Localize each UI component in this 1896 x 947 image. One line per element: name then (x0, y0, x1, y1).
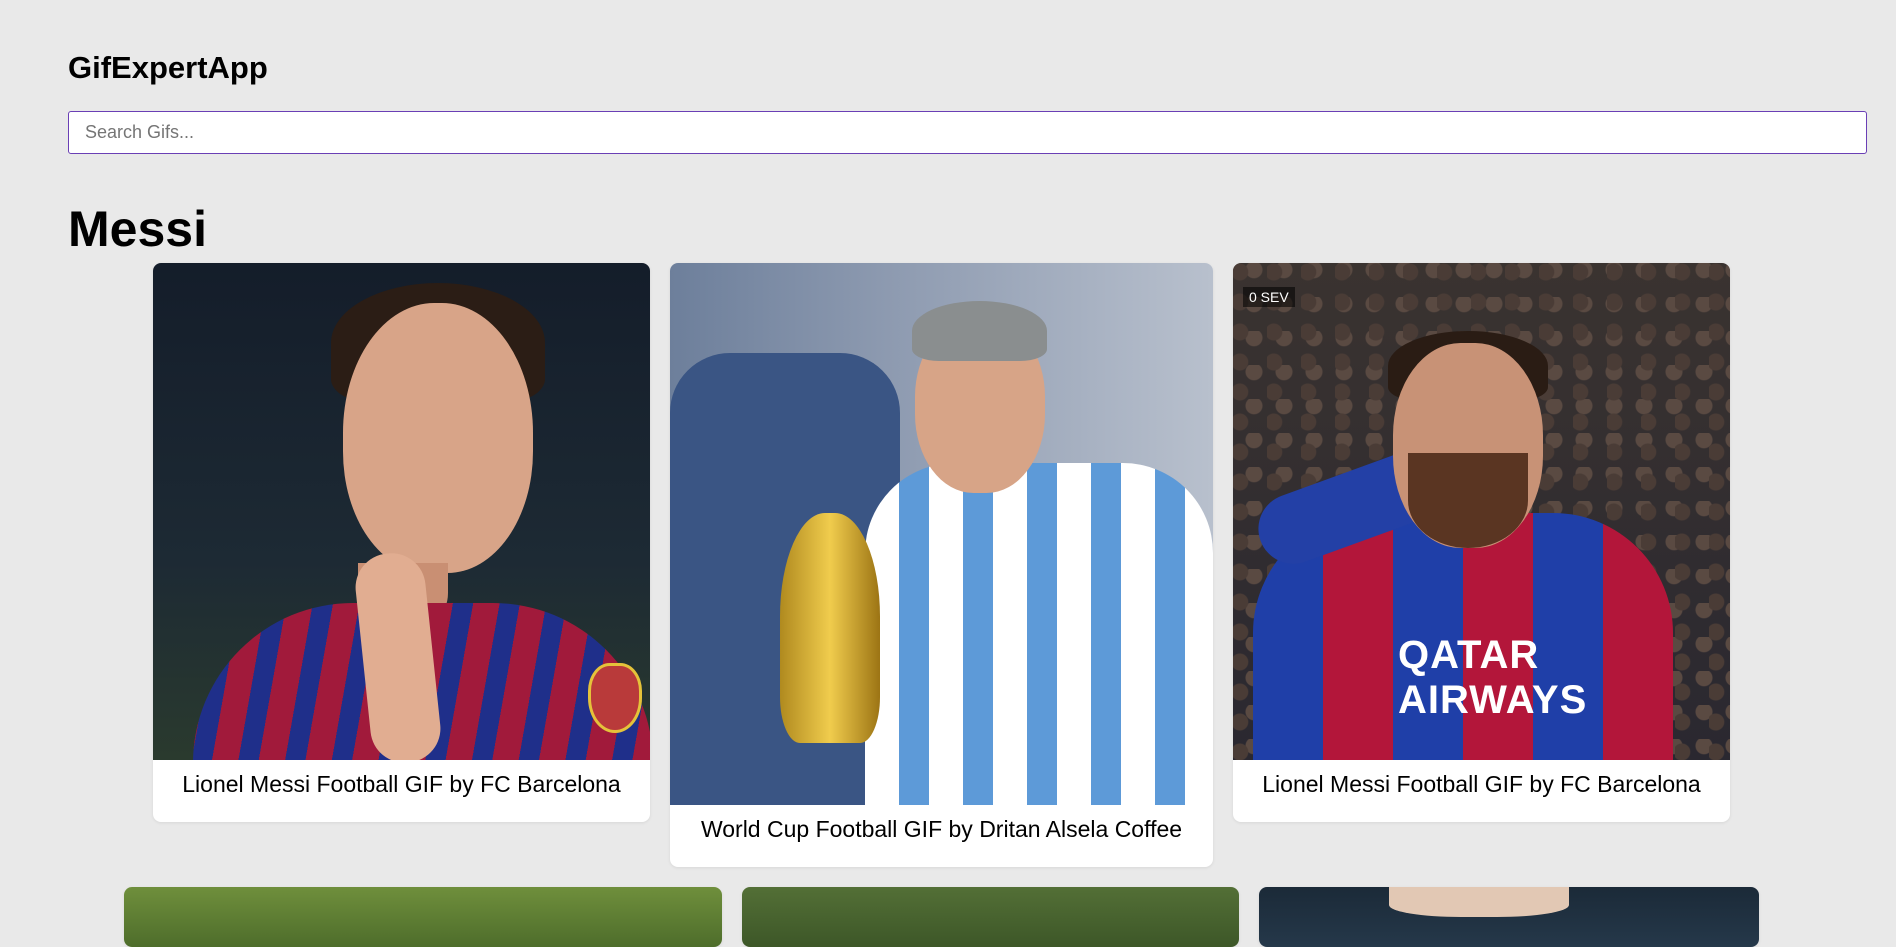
app-title: GifExpertApp (68, 50, 268, 85)
trophy-icon (780, 513, 880, 743)
category-title: Messi (68, 201, 207, 257)
gif-card[interactable] (124, 887, 722, 947)
gif-card[interactable] (742, 887, 1239, 947)
gif-card[interactable]: World Cup Football GIF by Dritan Alsela … (670, 263, 1213, 867)
gif-title: Lionel Messi Football GIF by FC Barcelon… (1262, 771, 1701, 797)
gif-title: World Cup Football GIF by Dritan Alsela … (700, 816, 1183, 842)
gif-image (1259, 887, 1759, 947)
club-crest-icon (588, 663, 642, 733)
score-overlay: 0 SEV (1243, 287, 1295, 307)
gif-image (153, 263, 650, 760)
gif-image: 0 SEV QATAR AIRWAYS (1233, 263, 1730, 760)
gif-card[interactable]: 0 SEV QATAR AIRWAYS Lionel Messi Footbal… (1233, 263, 1730, 822)
search-input[interactable] (68, 111, 1867, 154)
gif-image (124, 887, 722, 947)
gif-title: Lionel Messi Football GIF by FC Barcelon… (182, 771, 621, 797)
sponsor-text: QATAR AIRWAYS (1398, 633, 1588, 722)
gif-image (742, 887, 1239, 947)
gif-card[interactable]: Lionel Messi Football GIF by FC Barcelon… (153, 263, 650, 822)
gif-image (670, 263, 1213, 805)
gif-card[interactable] (1259, 887, 1759, 947)
